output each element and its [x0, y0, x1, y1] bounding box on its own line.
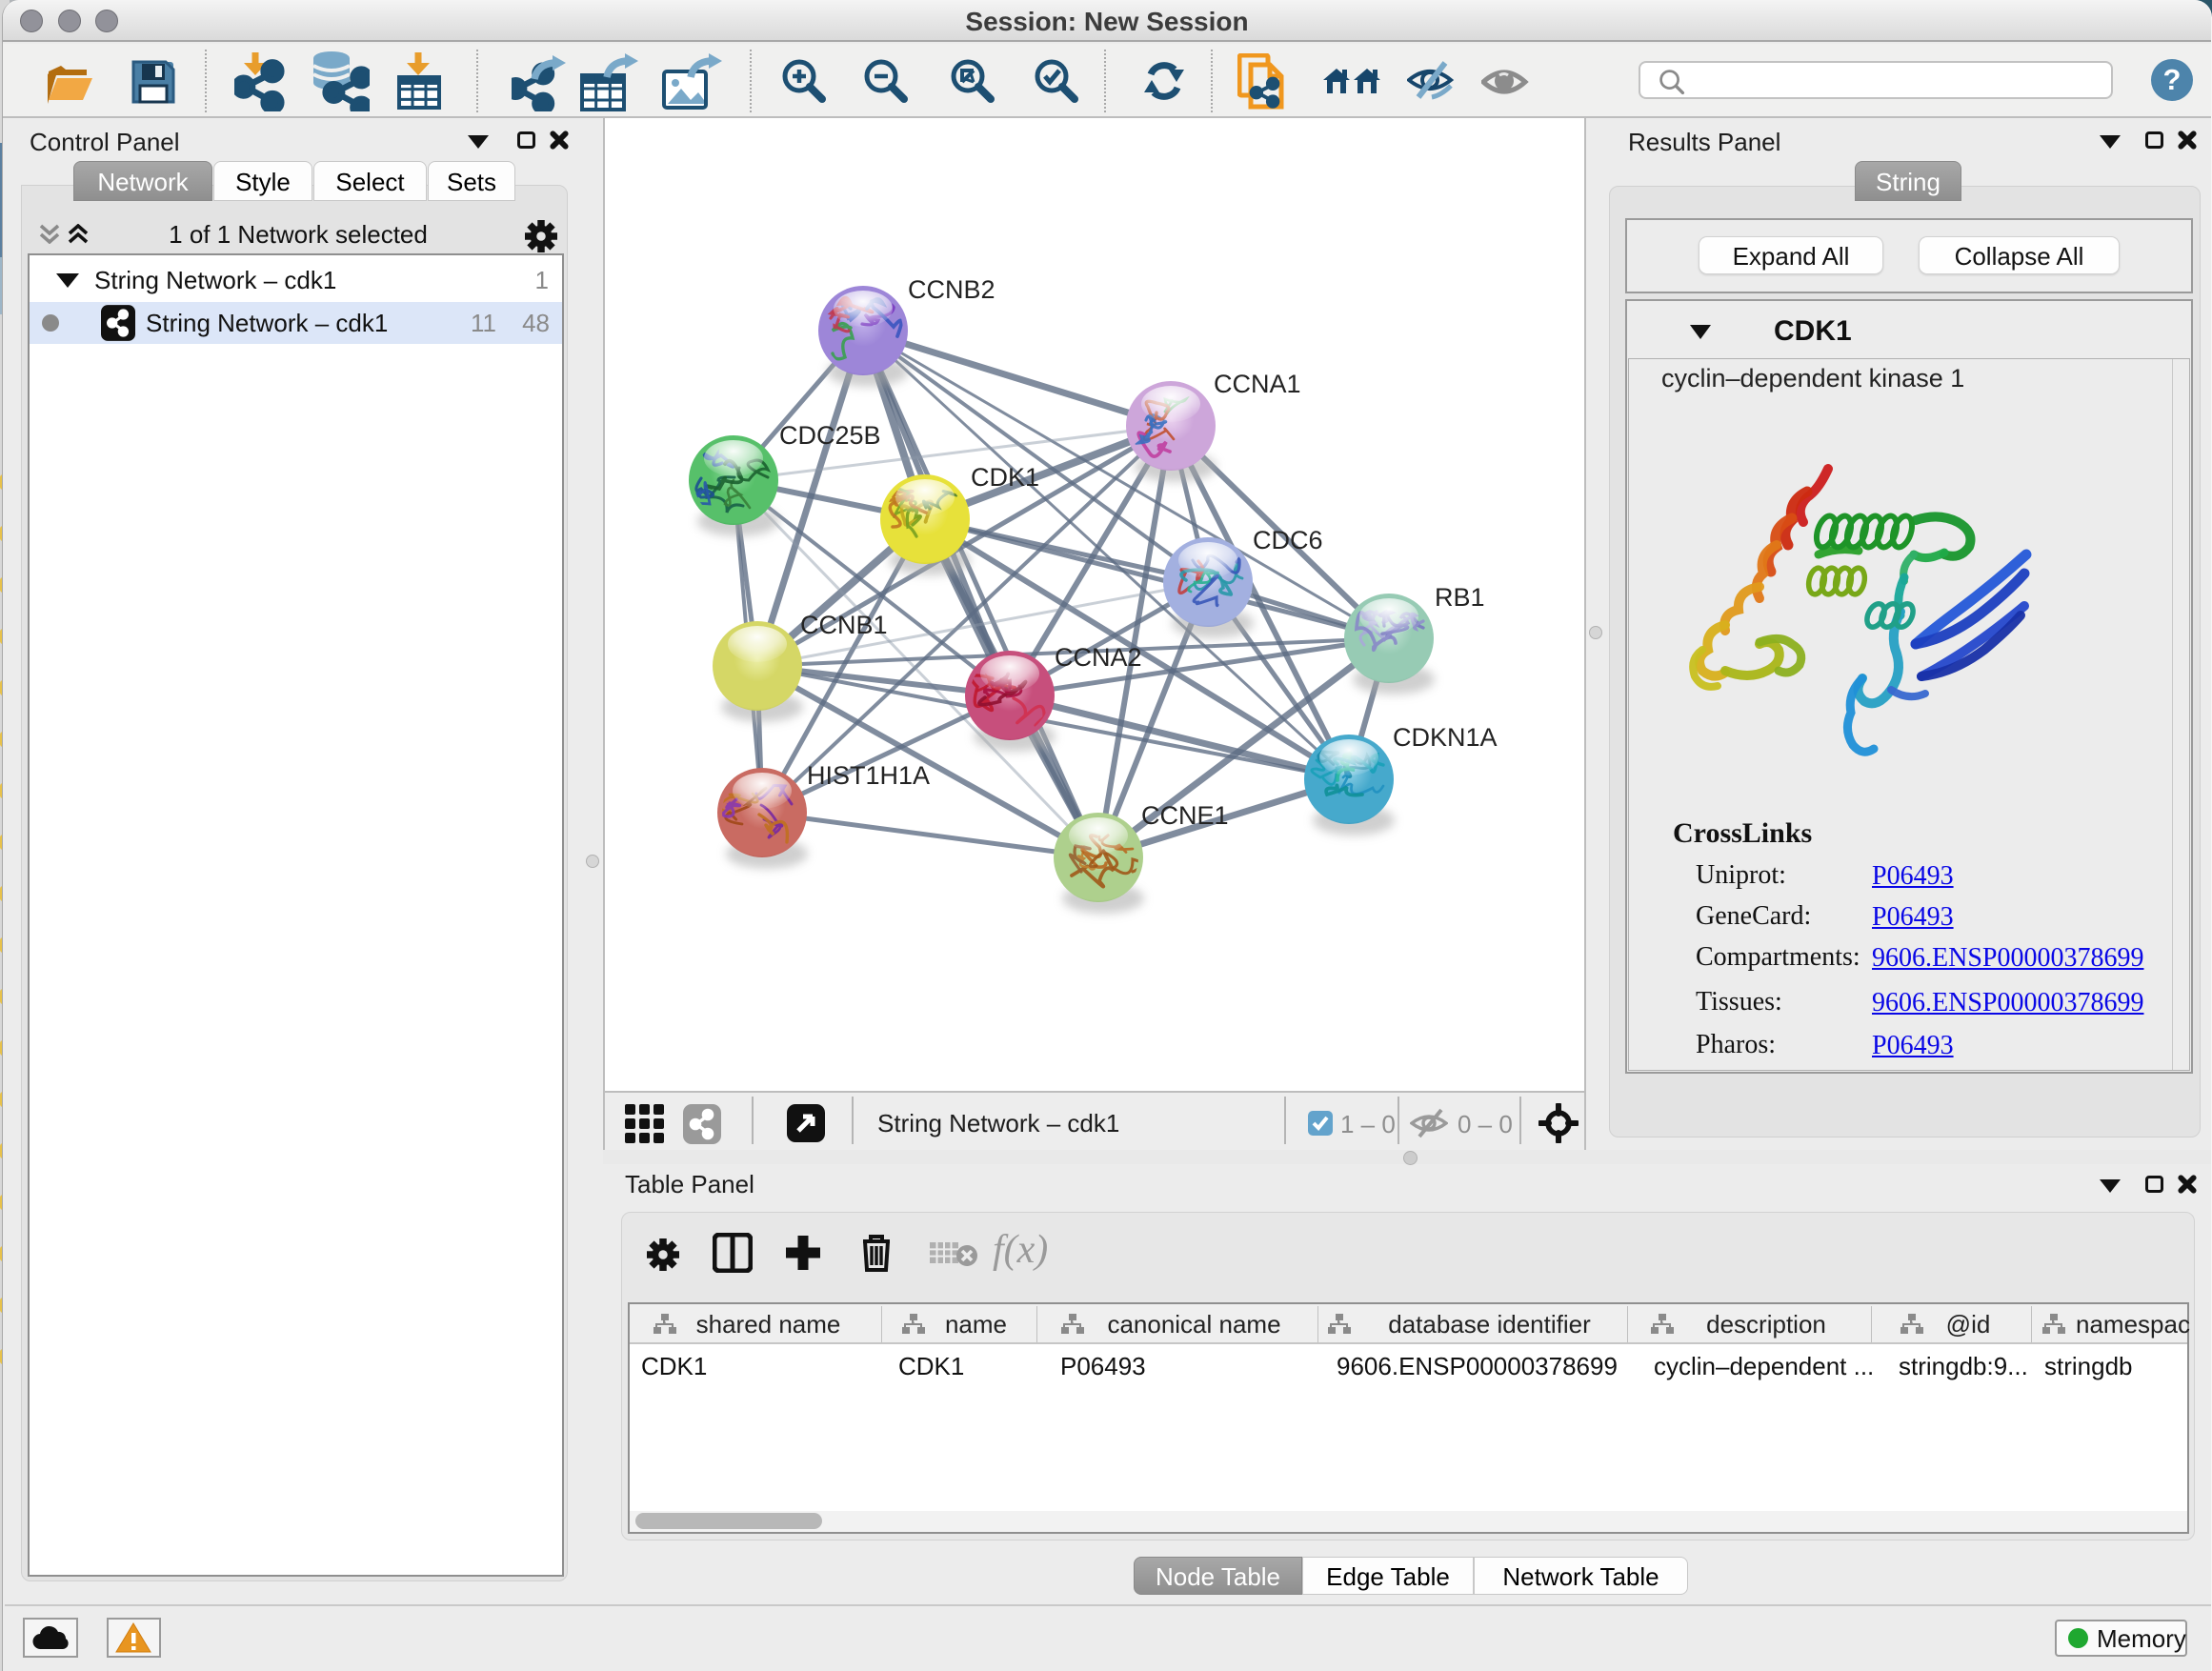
svg-text:CCNA1: CCNA1 [1214, 370, 1301, 398]
svg-text:CDC6: CDC6 [1253, 526, 1323, 554]
svg-text:RB1: RB1 [1435, 583, 1485, 612]
svg-text:CCNA2: CCNA2 [1055, 643, 1142, 672]
svg-text:CCNB1: CCNB1 [800, 611, 888, 639]
svg-text:CDKN1A: CDKN1A [1393, 723, 1498, 752]
svg-text:HIST1H1A: HIST1H1A [807, 761, 930, 790]
svg-text:CCNE1: CCNE1 [1141, 801, 1229, 830]
svg-text:CDK1: CDK1 [971, 463, 1039, 492]
svg-text:CCNB2: CCNB2 [908, 275, 995, 304]
svg-text:CDC25B: CDC25B [779, 421, 881, 450]
